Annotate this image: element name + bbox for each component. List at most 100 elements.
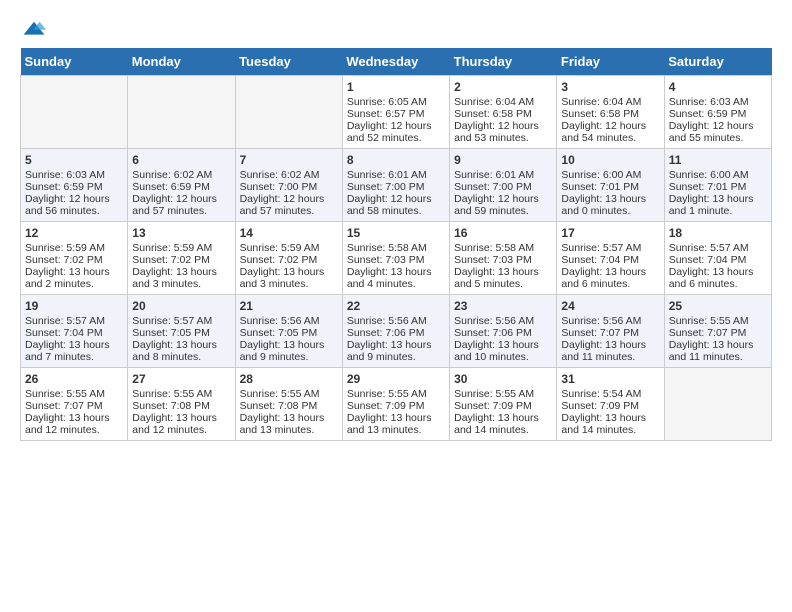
sunset-text: Sunset: 7:02 PM: [25, 254, 123, 266]
day-number: 20: [132, 299, 230, 313]
daylight-text: Daylight: 13 hours and 14 minutes.: [561, 412, 659, 436]
day-number: 19: [25, 299, 123, 313]
daylight-text: Daylight: 13 hours and 13 minutes.: [240, 412, 338, 436]
calendar-week-row: 26Sunrise: 5:55 AMSunset: 7:07 PMDayligh…: [21, 368, 772, 441]
sunset-text: Sunset: 7:03 PM: [347, 254, 445, 266]
calendar-day-cell: 27Sunrise: 5:55 AMSunset: 7:08 PMDayligh…: [128, 368, 235, 441]
daylight-text: Daylight: 13 hours and 10 minutes.: [454, 339, 552, 363]
daylight-text: Daylight: 12 hours and 55 minutes.: [669, 120, 767, 144]
day-number: 25: [669, 299, 767, 313]
sunset-text: Sunset: 6:59 PM: [669, 108, 767, 120]
sunrise-text: Sunrise: 6:02 AM: [240, 169, 338, 181]
daylight-text: Daylight: 13 hours and 9 minutes.: [347, 339, 445, 363]
calendar-day-cell: 22Sunrise: 5:56 AMSunset: 7:06 PMDayligh…: [342, 295, 449, 368]
day-of-week-header: Friday: [557, 48, 664, 76]
calendar-day-cell: 24 Sunrise: 5:56 AMSunset: 7:07 PMDayligh…: [557, 295, 664, 368]
sunrise-text: Sunrise: 6:03 AM: [25, 169, 123, 181]
day-of-week-header: Thursday: [450, 48, 557, 76]
sunrise-text: Sunrise: 5:55 AM: [240, 388, 338, 400]
daylight-text: Daylight: 12 hours and 59 minutes.: [454, 193, 552, 217]
sunset-text: Sunset: 7:02 PM: [132, 254, 230, 266]
daylight-text: Daylight: 13 hours and 4 minutes.: [347, 266, 445, 290]
sunrise-text: Sunrise: 5:56 AM: [561, 315, 659, 327]
daylight-text: Daylight: 12 hours and 56 minutes.: [25, 193, 123, 217]
day-number: 27: [132, 372, 230, 386]
sunset-text: Sunset: 7:07 PM: [561, 327, 659, 339]
calendar-day-cell: 23Sunrise: 5:56 AMSunset: 7:06 PMDayligh…: [450, 295, 557, 368]
sunset-text: Sunset: 7:00 PM: [240, 181, 338, 193]
sunrise-text: Sunrise: 5:58 AM: [454, 242, 552, 254]
sunrise-text: Sunrise: 5:57 AM: [25, 315, 123, 327]
day-number: 2: [454, 80, 552, 94]
sunset-text: Sunset: 7:00 PM: [347, 181, 445, 193]
sunset-text: Sunset: 7:09 PM: [561, 400, 659, 412]
sunset-text: Sunset: 6:59 PM: [25, 181, 123, 193]
daylight-text: Daylight: 13 hours and 12 minutes.: [25, 412, 123, 436]
day-of-week-header: Sunday: [21, 48, 128, 76]
calendar-day-cell: 19Sunrise: 5:57 AMSunset: 7:04 PMDayligh…: [21, 295, 128, 368]
sunset-text: Sunset: 6:57 PM: [347, 108, 445, 120]
daylight-text: Daylight: 13 hours and 14 minutes.: [454, 412, 552, 436]
day-number: 11: [669, 153, 767, 167]
daylight-text: Daylight: 13 hours and 6 minutes.: [669, 266, 767, 290]
sunrise-text: Sunrise: 6:01 AM: [454, 169, 552, 181]
sunrise-text: Sunrise: 6:04 AM: [561, 96, 659, 108]
calendar-day-cell: [664, 368, 771, 441]
sunset-text: Sunset: 7:01 PM: [561, 181, 659, 193]
calendar-day-cell: 5Sunrise: 6:03 AMSunset: 6:59 PMDaylight…: [21, 149, 128, 222]
calendar-day-cell: 3Sunrise: 6:04 AMSunset: 6:58 PMDaylight…: [557, 76, 664, 149]
calendar-week-row: 5Sunrise: 6:03 AMSunset: 6:59 PMDaylight…: [21, 149, 772, 222]
day-number: 18: [669, 226, 767, 240]
daylight-text: Daylight: 13 hours and 3 minutes.: [132, 266, 230, 290]
day-number: 8: [347, 153, 445, 167]
calendar-day-cell: 14Sunrise: 5:59 AMSunset: 7:02 PMDayligh…: [235, 222, 342, 295]
sunset-text: Sunset: 7:00 PM: [454, 181, 552, 193]
calendar-week-row: 12Sunrise: 5:59 AMSunset: 7:02 PMDayligh…: [21, 222, 772, 295]
calendar-day-cell: [235, 76, 342, 149]
sunrise-text: Sunrise: 5:57 AM: [561, 242, 659, 254]
daylight-text: Daylight: 13 hours and 3 minutes.: [240, 266, 338, 290]
sunrise-text: Sunrise: 5:58 AM: [347, 242, 445, 254]
day-number: 17: [561, 226, 659, 240]
day-number: 10: [561, 153, 659, 167]
sunset-text: Sunset: 7:09 PM: [347, 400, 445, 412]
sunrise-text: Sunrise: 5:55 AM: [132, 388, 230, 400]
sunrise-text: Sunrise: 5:55 AM: [347, 388, 445, 400]
sunrise-text: Sunrise: 6:05 AM: [347, 96, 445, 108]
sunset-text: Sunset: 7:04 PM: [561, 254, 659, 266]
daylight-text: Daylight: 13 hours and 11 minutes.: [561, 339, 659, 363]
sunrise-text: Sunrise: 5:57 AM: [669, 242, 767, 254]
sunset-text: Sunset: 7:06 PM: [454, 327, 552, 339]
sunset-text: Sunset: 7:01 PM: [669, 181, 767, 193]
sunrise-text: Sunrise: 5:55 AM: [669, 315, 767, 327]
sunset-text: Sunset: 7:07 PM: [25, 400, 123, 412]
day-number: 22: [347, 299, 445, 313]
sunrise-text: Sunrise: 6:00 AM: [669, 169, 767, 181]
sunset-text: Sunset: 7:08 PM: [132, 400, 230, 412]
sunrise-text: Sunrise: 5:56 AM: [347, 315, 445, 327]
day-number: 24: [561, 299, 659, 313]
sunrise-text: Sunrise: 6:04 AM: [454, 96, 552, 108]
calendar-day-cell: 21Sunrise: 5:56 AMSunset: 7:05 PMDayligh…: [235, 295, 342, 368]
calendar-day-cell: 15Sunrise: 5:58 AMSunset: 7:03 PMDayligh…: [342, 222, 449, 295]
daylight-text: Daylight: 13 hours and 0 minutes.: [561, 193, 659, 217]
calendar-day-cell: 28Sunrise: 5:55 AMSunset: 7:08 PMDayligh…: [235, 368, 342, 441]
day-of-week-header: Monday: [128, 48, 235, 76]
calendar-day-cell: 1Sunrise: 6:05 AMSunset: 6:57 PMDaylight…: [342, 76, 449, 149]
calendar-week-row: 19Sunrise: 5:57 AMSunset: 7:04 PMDayligh…: [21, 295, 772, 368]
sunset-text: Sunset: 7:04 PM: [669, 254, 767, 266]
sunset-text: Sunset: 6:58 PM: [561, 108, 659, 120]
calendar-day-cell: [128, 76, 235, 149]
daylight-text: Daylight: 12 hours and 53 minutes.: [454, 120, 552, 144]
daylight-text: Daylight: 13 hours and 8 minutes.: [132, 339, 230, 363]
sunrise-text: Sunrise: 5:59 AM: [240, 242, 338, 254]
sunrise-text: Sunrise: 5:59 AM: [132, 242, 230, 254]
sunset-text: Sunset: 7:03 PM: [454, 254, 552, 266]
calendar-day-cell: 8Sunrise: 6:01 AMSunset: 7:00 PMDaylight…: [342, 149, 449, 222]
daylight-text: Daylight: 13 hours and 2 minutes.: [25, 266, 123, 290]
daylight-text: Daylight: 13 hours and 13 minutes.: [347, 412, 445, 436]
calendar-table: SundayMondayTuesdayWednesdayThursdayFrid…: [20, 48, 772, 441]
day-number: 13: [132, 226, 230, 240]
day-number: 4: [669, 80, 767, 94]
day-of-week-header: Tuesday: [235, 48, 342, 76]
